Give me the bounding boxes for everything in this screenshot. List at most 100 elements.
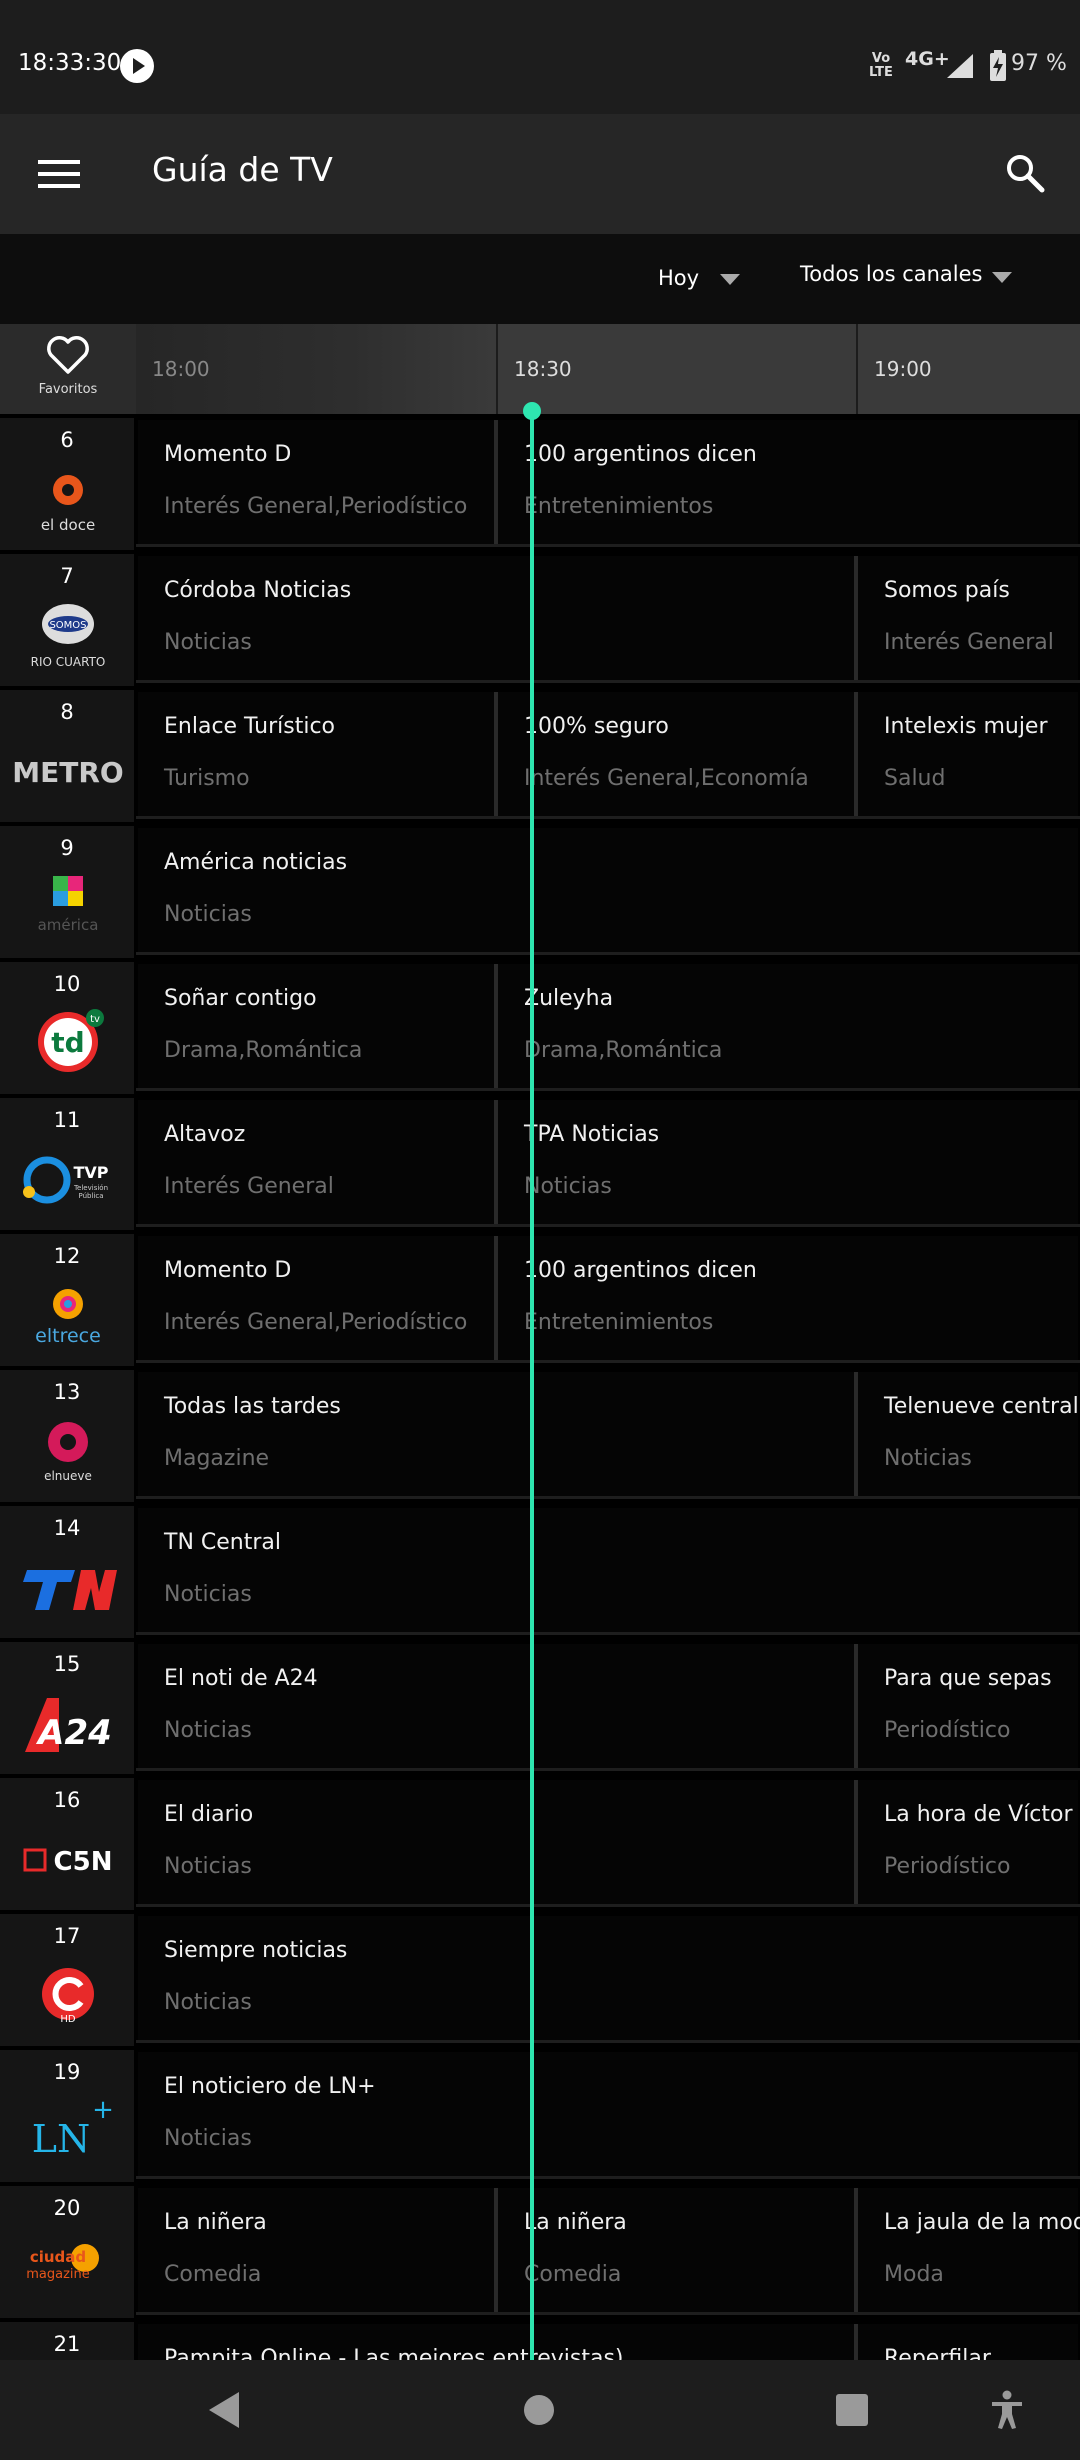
program-title: La niñera (164, 2210, 267, 2235)
row-divider (136, 1904, 1080, 1907)
program-title: La jaula de la moda (884, 2210, 1080, 2235)
recents-icon[interactable] (836, 2394, 868, 2426)
program-divider (854, 1372, 858, 1496)
program-cell[interactable]: Telenueve central Noticias (858, 1372, 1079, 1496)
program-cell[interactable]: Somos país Interés General (858, 556, 1078, 680)
channel-cell[interactable]: 13 elnueve (0, 1370, 134, 1502)
row-divider (136, 816, 1080, 819)
channel-cell[interactable]: 8 METRO (0, 690, 134, 822)
program-genre: Interés General,Economía (524, 766, 809, 791)
svg-text:magazine: magazine (26, 2267, 90, 2282)
ln-plus-logo: LN+ (32, 2095, 114, 2161)
program-title: La niñera (524, 2210, 627, 2235)
channel-cell[interactable]: 16 C5N (0, 1778, 134, 1910)
program-cell[interactable]: 100 argentinos dicen Entretenimientos (498, 1236, 1078, 1360)
program-divider (854, 692, 858, 816)
program-cell[interactable]: Soñar contigo Drama,Romántica (138, 964, 494, 1088)
home-icon[interactable] (523, 2394, 555, 2426)
channel-number: 14 (53, 1516, 81, 1540)
program-title: 100 argentinos dicen (524, 442, 757, 467)
svg-text:td: td (51, 1026, 84, 1059)
channel-cell[interactable]: 19 LN + (0, 2050, 134, 2182)
program-divider (854, 2188, 858, 2312)
hamburger-menu-icon[interactable] (38, 158, 80, 190)
program-cell[interactable]: Córdoba Noticias Noticias (138, 556, 854, 680)
channel-cell[interactable]: 17 HD (0, 1914, 134, 2046)
c5n-logo: C5N (23, 1847, 112, 1877)
program-cell[interactable]: Zuleyha Drama,Romántica (498, 964, 1078, 1088)
channel-cell[interactable]: 20 ciudad magazine (0, 2186, 134, 2318)
program-genre: Entretenimientos (524, 494, 714, 519)
program-cell[interactable]: 100 argentinos dicen Entretenimientos (498, 420, 1078, 544)
page-title: Guía de TV (152, 150, 333, 189)
current-time-line (530, 410, 534, 2360)
program-cell[interactable]: Todas las tardes Magazine (138, 1372, 854, 1496)
program-cell[interactable]: Enlace Turístico Turismo (138, 692, 494, 816)
program-title: América noticias (164, 850, 348, 875)
channel-cell[interactable]: 6 el doce (0, 418, 134, 550)
program-cell[interactable]: 100% seguro Interés General,Economía (498, 692, 854, 816)
program-title: El noticiero de LN+ (164, 2074, 376, 2099)
channel-number: 11 (53, 1108, 81, 1132)
day-dropdown[interactable]: Hoy (658, 266, 740, 290)
channel-number: 19 (53, 2060, 81, 2084)
metro-logo: METRO (13, 756, 123, 789)
program-cell[interactable]: La niñera Comedia (138, 2188, 494, 2312)
back-icon[interactable] (209, 2392, 241, 2428)
channel-cell[interactable]: 7 SOMOS RIO CUARTO (0, 554, 134, 686)
channel-number: 20 (53, 2196, 81, 2220)
volte-indicator: Vo LTE (869, 51, 893, 80)
search-icon[interactable] (1005, 153, 1045, 193)
program-cell[interactable]: Momento D Interés General,Periodístico (138, 420, 494, 544)
chevron-down-icon (992, 272, 1012, 283)
program-cell[interactable]: Para que sepas Periodístico (858, 1644, 1078, 1768)
program-cell[interactable]: El diario Noticias (138, 1780, 854, 1904)
time-slot: 18:00 (136, 324, 494, 414)
channel-cell[interactable]: 15 A24 (0, 1642, 134, 1774)
program-cell[interactable]: TN Central Noticias (138, 1508, 1078, 1632)
program-genre: Interés General (884, 630, 1054, 655)
elnueve-logo: elnueve (44, 1422, 92, 1483)
program-genre: Periodístico (884, 1854, 1011, 1879)
day-dropdown-label: Hoy (658, 266, 700, 290)
channel-number: 12 (53, 1244, 81, 1268)
program-cell[interactable]: Intelexis mujer Salud (858, 692, 1078, 816)
channel-cell[interactable]: 11 TVP Televisión Pública (0, 1098, 134, 1230)
channel-number: 10 (53, 972, 81, 996)
program-divider (854, 1780, 858, 1904)
program-genre: Turismo (164, 766, 250, 791)
program-cell[interactable]: El noti de A24 Noticias (138, 1644, 854, 1768)
svg-text:ciudad: ciudad (30, 2248, 86, 2266)
svg-text:SOMOS: SOMOS (49, 620, 86, 631)
program-divider (494, 2188, 498, 2312)
channels-dropdown[interactable]: Todos los canales (800, 262, 1012, 286)
channel-cell[interactable]: 12 eltrece (0, 1234, 134, 1366)
program-cell[interactable]: América noticias Noticias (138, 828, 1078, 952)
program-genre: Noticias (164, 630, 252, 655)
program-title: TN Central (164, 1530, 281, 1555)
program-genre: Interés General (164, 1174, 334, 1199)
svg-text:LN: LN (32, 2117, 90, 2161)
program-cell[interactable]: Momento D Interés General,Periodístico (138, 1236, 494, 1360)
row-divider (136, 1088, 1080, 1091)
program-cell[interactable]: La jaula de la moda Moda (858, 2188, 1080, 2312)
program-cell[interactable]: La niñera Comedia (498, 2188, 854, 2312)
channel-number: 8 (60, 700, 74, 724)
channel-cell[interactable]: 9 américa (0, 826, 134, 958)
program-title: Somos país (884, 578, 1010, 603)
channel-cell[interactable]: 10 td tv (0, 962, 134, 1094)
program-title: Telenueve central (884, 1394, 1079, 1419)
program-title: Siempre noticias (164, 1938, 348, 1963)
channel-cell[interactable]: 14 (0, 1506, 134, 1638)
svg-text:el doce: el doce (41, 516, 95, 534)
row-divider (136, 952, 1080, 955)
current-time-marker (523, 402, 541, 420)
program-cell[interactable]: Altavoz Interés General (138, 1100, 494, 1224)
program-cell[interactable]: TPA Noticias Noticias (498, 1100, 1078, 1224)
program-genre: Comedia (164, 2262, 262, 2287)
program-cell[interactable]: La hora de Víctor H Periodístico (858, 1780, 1080, 1904)
program-cell[interactable]: Siempre noticias Noticias (138, 1916, 1078, 2040)
program-cell[interactable]: El noticiero de LN+ Noticias (138, 2052, 1078, 2176)
accessibility-icon[interactable] (990, 2390, 1024, 2430)
signal-icon (947, 54, 973, 78)
